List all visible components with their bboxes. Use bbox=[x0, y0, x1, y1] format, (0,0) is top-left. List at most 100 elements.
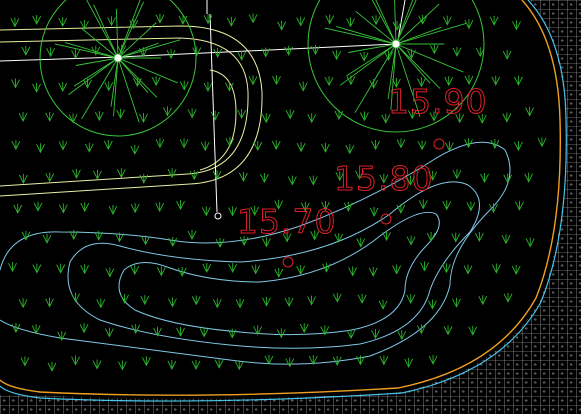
grass-tuft-icon bbox=[235, 298, 245, 309]
grass-tuft-icon bbox=[105, 267, 115, 278]
grass-tuft-icon bbox=[378, 299, 388, 310]
grass-tuft-icon bbox=[80, 264, 90, 275]
cad-drawing-viewport[interactable]: 15.90 15.80 15.70 bbox=[0, 0, 581, 414]
grass-tuft-icon bbox=[478, 295, 488, 306]
grass-tuft-icon bbox=[92, 359, 102, 370]
grass-tuft-icon bbox=[371, 329, 380, 340]
grass-tuft-icon bbox=[474, 232, 484, 243]
grass-tuft-icon bbox=[32, 82, 41, 93]
grass-tuft-icon bbox=[58, 203, 68, 214]
grass-tuft-icon bbox=[371, 15, 381, 26]
grass-tuft-icon bbox=[84, 142, 94, 153]
grass-tuft-icon bbox=[299, 323, 309, 334]
grass-tuft-icon bbox=[214, 358, 224, 369]
grass-tuft-icon bbox=[296, 264, 306, 275]
grass-tuft-icon bbox=[324, 76, 334, 87]
grass-tuft-icon bbox=[187, 108, 197, 119]
tree-symbol-icon[interactable] bbox=[39, 0, 197, 137]
grass-tuft-icon bbox=[404, 357, 414, 368]
grass-tuft-icon bbox=[104, 81, 114, 92]
grass-tuft-icon bbox=[248, 75, 258, 86]
grass-tuft-icon bbox=[58, 17, 68, 28]
grass-tuft-icon bbox=[199, 327, 209, 338]
grass-tuft-icon bbox=[18, 173, 28, 184]
grass-tuft-icon bbox=[167, 360, 177, 371]
grass-tuft-icon bbox=[277, 20, 287, 31]
grass-tuft-icon bbox=[382, 231, 391, 242]
grass-tuft-icon bbox=[45, 297, 54, 308]
grass-tuft-icon bbox=[32, 14, 42, 25]
grass-tuft-icon bbox=[104, 327, 114, 338]
elevation-label[interactable]: 15.90 bbox=[388, 82, 487, 122]
grass-tuft-icon bbox=[468, 325, 478, 336]
grass-tuft-icon bbox=[45, 172, 55, 183]
grass-tuft-icon bbox=[332, 292, 342, 303]
grass-tuft-icon bbox=[442, 15, 452, 26]
grass-tuft-icon bbox=[343, 201, 353, 212]
grass-tuft-icon bbox=[71, 292, 80, 303]
grass-tuft-icon bbox=[491, 75, 501, 86]
grass-tuft-icon bbox=[191, 359, 201, 370]
grass-tuft-icon bbox=[200, 141, 210, 152]
grass-tuft-icon bbox=[228, 206, 237, 217]
spot-elevation-circle-icon[interactable] bbox=[433, 138, 445, 150]
grass-tuft-icon bbox=[396, 203, 406, 214]
grass-tuft-icon bbox=[156, 266, 166, 277]
grass-tuft-icon bbox=[226, 16, 236, 27]
grass-tuft-icon bbox=[176, 200, 185, 211]
grass-tuft-icon bbox=[452, 46, 462, 57]
elevation-label[interactable]: 15.80 bbox=[334, 159, 433, 199]
grass-tuft-icon bbox=[396, 138, 406, 149]
spot-elevation-circle-icon[interactable] bbox=[282, 256, 294, 268]
grass-tuft-icon bbox=[428, 354, 438, 365]
grass-tuft-icon bbox=[429, 44, 439, 55]
grass-tuft-icon bbox=[168, 297, 177, 308]
grass-tuft-icon bbox=[537, 137, 547, 148]
grass-tuft-icon bbox=[18, 112, 28, 123]
grass-tuft-icon bbox=[348, 266, 358, 277]
grass-tuft-icon bbox=[356, 237, 366, 248]
grass-tuft-icon bbox=[261, 113, 271, 124]
grass-tuft-icon bbox=[237, 50, 247, 61]
grass-tuft-icon bbox=[192, 46, 202, 57]
grass-tuft-icon bbox=[397, 330, 407, 341]
grass-tuft-icon bbox=[287, 175, 297, 186]
grass-tuft-icon bbox=[276, 328, 286, 339]
grass-tuft-icon bbox=[227, 328, 237, 339]
grass-tuft-icon bbox=[502, 112, 512, 123]
grass-tuft-icon bbox=[8, 262, 17, 273]
site-plan-drawing[interactable]: 15.90 15.80 15.70 bbox=[0, 0, 581, 414]
grass-tuft-icon bbox=[58, 81, 68, 92]
grass-tuft-icon bbox=[210, 110, 220, 121]
grass-tuft-icon bbox=[33, 201, 43, 212]
grass-tuft-icon bbox=[163, 106, 172, 117]
grass-tuft-icon bbox=[251, 264, 261, 275]
grass-tuft-icon bbox=[79, 323, 89, 334]
grass-tuft-icon bbox=[32, 263, 42, 274]
grass-tuft-icon bbox=[94, 230, 104, 241]
grass-tuft-icon bbox=[501, 234, 511, 245]
grass-tuft-icon bbox=[261, 47, 271, 58]
grass-tuft-icon bbox=[228, 263, 238, 274]
grass-tuft-icon bbox=[46, 47, 56, 58]
grass-tuft-icon bbox=[443, 325, 453, 336]
grass-tuft-icon bbox=[259, 173, 269, 184]
grass-tuft-icon bbox=[141, 356, 151, 367]
grass-tuft-icon bbox=[322, 262, 331, 273]
grass-tuft-icon bbox=[151, 76, 161, 87]
grass-tuft-icon bbox=[155, 138, 165, 149]
grass-tuft-icon bbox=[392, 264, 402, 275]
grass-tuft-icon bbox=[332, 50, 342, 61]
grass-tuft-icon bbox=[179, 138, 189, 149]
grass-tuft-icon bbox=[503, 292, 513, 303]
grass-tuft-icon bbox=[108, 204, 118, 215]
grass-tuft-icon bbox=[96, 298, 106, 309]
grass-tuft-icon bbox=[191, 295, 201, 306]
grass-tuft-icon bbox=[406, 235, 416, 246]
grass-tuft-icon bbox=[515, 200, 524, 211]
grass-tuft-icon bbox=[103, 139, 113, 150]
elevation-label[interactable]: 15.70 bbox=[237, 202, 336, 242]
grass-tuft-icon bbox=[369, 206, 379, 217]
survey-point-icon[interactable] bbox=[214, 212, 222, 220]
grass-tuft-icon bbox=[296, 142, 306, 153]
